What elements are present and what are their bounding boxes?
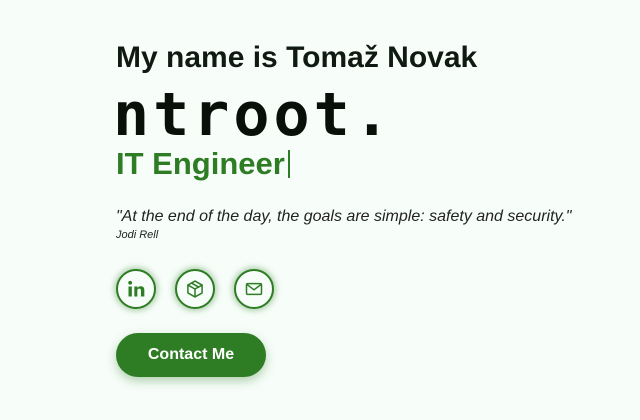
linkedin-link[interactable] (116, 269, 156, 309)
typing-caret (287, 150, 290, 178)
email-link[interactable] (234, 269, 274, 309)
role-text: IT Engineer (116, 146, 285, 181)
quote-author: Jodi Rell (116, 229, 159, 241)
handle-title: ntroot. (113, 80, 394, 150)
role-typing-text: IT Engineer (116, 146, 616, 182)
hero-section: My name is Tomaž Novak ntroot. IT Engine… (113, 38, 616, 377)
linkedin-icon (128, 280, 145, 297)
package-icon (187, 280, 203, 298)
contact-me-button[interactable]: Contact Me (116, 333, 266, 377)
quote-text: "At the end of the day, the goals are si… (116, 208, 572, 225)
intro-heading: My name is Tomaž Novak (116, 41, 478, 74)
mail-icon (245, 282, 263, 296)
package-link[interactable] (175, 269, 215, 309)
social-links (116, 269, 616, 309)
